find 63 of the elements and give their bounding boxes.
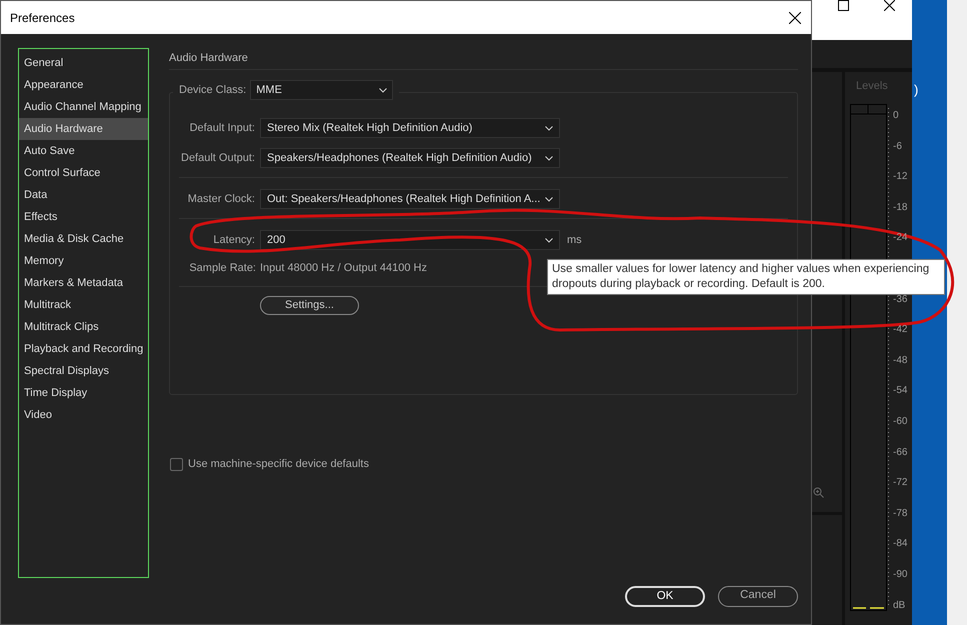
chevron-icon (545, 126, 553, 130)
scale-label: -6 (893, 140, 902, 153)
sidebar-item[interactable]: Appearance (19, 74, 148, 96)
sidebar-item[interactable]: Multitrack Clips (19, 316, 148, 338)
field-label: Latency: (212, 232, 255, 248)
field-label: Default Input: (188, 120, 255, 136)
scale-label: -18 (893, 202, 908, 214)
scale-label: -42 (893, 324, 908, 336)
scale-label: -84 (893, 538, 908, 550)
sidebar-item[interactable]: Video (19, 404, 148, 426)
scale-label: -36 (893, 294, 908, 306)
zoom-icon[interactable] (813, 487, 824, 498)
sidebar-item[interactable]: Audio Hardware (19, 118, 148, 140)
sidebar-item[interactable]: Markers & Metadata (19, 272, 148, 294)
sample-rate-text: Input 48000 Hz / Output 44100 Hz (260, 260, 427, 276)
sidebar-item[interactable]: Media & Disk Cache (19, 228, 148, 250)
sidebar-item[interactable]: Multitrack (19, 294, 148, 316)
scale-label: -78 (893, 508, 908, 520)
checkbox-label: Use machine-specific device defaults (188, 457, 369, 472)
section-title: Audio Hardware (169, 51, 249, 66)
scale-label: -60 (893, 416, 908, 428)
sidebar-item[interactable]: Data (19, 184, 148, 206)
scale-label: -48 (893, 354, 908, 367)
chevron-icon (545, 238, 553, 242)
field-label: Device Class: (179, 82, 246, 98)
sidebar-item[interactable]: Audio Channel Mapping (19, 96, 148, 118)
device-class-dropdown[interactable]: MME (250, 80, 394, 100)
field-label: Default Output: (180, 150, 255, 166)
sidebar-item[interactable]: Playback and Recording (19, 338, 148, 360)
scale-label: -72 (893, 477, 908, 490)
chevron-icon (545, 196, 553, 202)
chevron-icon (545, 156, 553, 160)
window-title: Preferences (10, 10, 75, 26)
sidebar-item[interactable]: Control Surface (19, 162, 148, 184)
cancel-button[interactable]: Cancel (718, 586, 798, 606)
settings-button[interactable]: Settings... (260, 296, 359, 315)
scale-label: -12 (893, 171, 908, 184)
scale-label: 0 (893, 110, 899, 122)
master-clock-dropdown[interactable]: Out: Speakers/Headphones (Realtek High Definition A... (260, 189, 560, 209)
sidebar-item[interactable]: Time Display (19, 382, 148, 404)
sidebar-item[interactable]: Auto Save (19, 140, 148, 162)
device-dropdown[interactable]: Speakers/Headphones (Realtek High Definition Audio) (260, 148, 560, 168)
scale-label: -90 (893, 569, 908, 581)
sidebar-item[interactable]: General (19, 52, 148, 74)
checkbox[interactable] (170, 458, 183, 471)
field-label: Sample Rate: (188, 260, 256, 276)
scale-label: dB (893, 600, 906, 612)
sidebar-item[interactable]: Spectral Displays (19, 360, 148, 382)
chevron-icon (379, 88, 388, 92)
field-label: Master Clock: (186, 192, 255, 207)
maximize-icon[interactable] (838, 0, 849, 11)
sidebar-item[interactable]: Memory (19, 250, 148, 272)
ok-button[interactable]: OK (625, 586, 705, 606)
edge-text: ) (914, 81, 918, 99)
sidebar-item[interactable]: Effects (19, 206, 148, 228)
scale-label: -66 (893, 446, 908, 459)
tooltip: Use smaller values for lower latency and higher values when experiencing dropouts during playback or recording. Default is 200. (547, 259, 945, 295)
scale-label: -54 (893, 385, 908, 398)
unit-label: ms (567, 232, 582, 248)
scale-label: -24 (893, 232, 908, 244)
device-dropdown[interactable]: Stereo Mix (Realtek High Definition Audio) (260, 118, 560, 138)
close-icon[interactable] (884, 0, 895, 11)
close-icon[interactable] (789, 12, 801, 24)
